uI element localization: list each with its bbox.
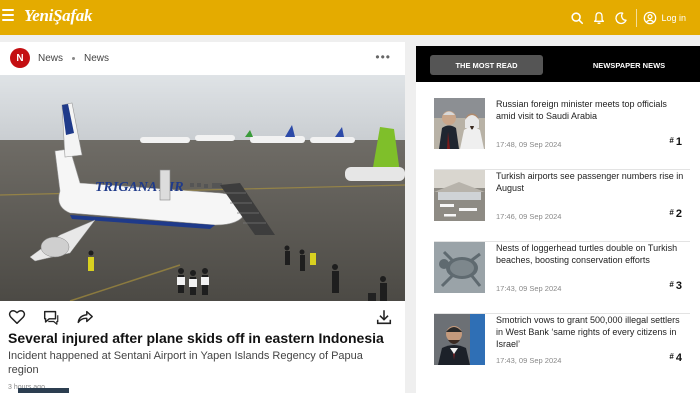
thumbnail-image[interactable] <box>434 98 485 149</box>
tab-newspaper-news[interactable]: NEWSPAPER NEWS <box>558 55 700 75</box>
list-item-time: 17:43, 09 Sep 2024 <box>496 356 562 365</box>
list-item-time: 17:46, 09 Sep 2024 <box>496 212 562 221</box>
article-headline[interactable]: Several injured after plane skids off in… <box>8 330 403 346</box>
list-item[interactable]: Russian foreign minister meets top offic… <box>434 98 690 170</box>
list-item-time: 17:43, 09 Sep 2024 <box>496 284 562 293</box>
share-icon[interactable] <box>76 308 94 326</box>
more-options-icon[interactable]: ••• <box>375 50 391 64</box>
sidebar-panel: THE MOST READ NEWSPAPER NEWS Russian for… <box>416 46 700 393</box>
thumbnail-image[interactable] <box>434 170 485 221</box>
bell-icon[interactable] <box>588 7 610 29</box>
article-subtitle: Incident happened at Sentani Airport in … <box>8 350 363 376</box>
category-label[interactable]: News <box>84 53 109 64</box>
login-button[interactable]: Log in <box>643 11 686 25</box>
list-item-title[interactable]: Russian foreign minister meets top offic… <box>496 98 686 122</box>
menu-icon[interactable] <box>2 9 14 25</box>
download-icon[interactable] <box>375 308 393 326</box>
featured-article-card[interactable]: N News News ••• TRIGANA AIR Several inju… <box>0 42 405 393</box>
tab-most-read[interactable]: THE MOST READ <box>430 55 543 75</box>
sidebar-tabs: THE MOST READ NEWSPAPER NEWS <box>416 46 700 82</box>
list-item-time: 17:48, 09 Sep 2024 <box>496 140 562 149</box>
header-divider <box>636 8 638 27</box>
thumbnail-image[interactable] <box>434 314 485 365</box>
rank-badge: #1 <box>669 136 682 148</box>
list-item-title[interactable]: Turkish airports see passenger numbers r… <box>496 170 686 194</box>
list-item-partial[interactable] <box>18 388 274 393</box>
rank-badge: #2 <box>669 208 682 220</box>
source-name[interactable]: News <box>38 53 63 64</box>
list-item[interactable]: Turkish airports see passenger numbers r… <box>434 170 690 242</box>
thumbnail-image[interactable] <box>18 388 69 393</box>
top-navigation-bar: YeniŞafak Log in <box>0 0 700 35</box>
moon-icon[interactable] <box>610 7 632 29</box>
list-item[interactable]: Smotrich vows to grant 500,000 illegal s… <box>434 314 690 386</box>
header-actions: Log in <box>566 0 700 35</box>
rank-badge: #4 <box>669 352 682 364</box>
list-item-title[interactable]: Smotrich vows to grant 500,000 illegal s… <box>496 314 686 350</box>
article-source-row: N News News <box>10 48 109 68</box>
list-item[interactable]: Nests of loggerhead turtles double on Tu… <box>434 242 690 314</box>
rank-badge: #3 <box>669 280 682 292</box>
article-actions <box>8 308 398 328</box>
comment-icon[interactable] <box>42 308 60 326</box>
list-item-title[interactable]: Nests of loggerhead turtles double on Tu… <box>496 242 686 266</box>
article-photo[interactable]: TRIGANA AIR <box>0 75 405 301</box>
source-badge[interactable]: N <box>10 48 30 68</box>
search-icon[interactable] <box>566 7 588 29</box>
user-icon <box>644 11 657 24</box>
heart-icon[interactable] <box>8 308 26 326</box>
most-read-list: Russian foreign minister meets top offic… <box>434 98 690 386</box>
thumbnail-image[interactable] <box>434 242 485 293</box>
login-label: Log in <box>661 12 686 23</box>
site-logo[interactable]: YeniŞafak <box>24 6 92 26</box>
separator-dot <box>72 56 76 60</box>
